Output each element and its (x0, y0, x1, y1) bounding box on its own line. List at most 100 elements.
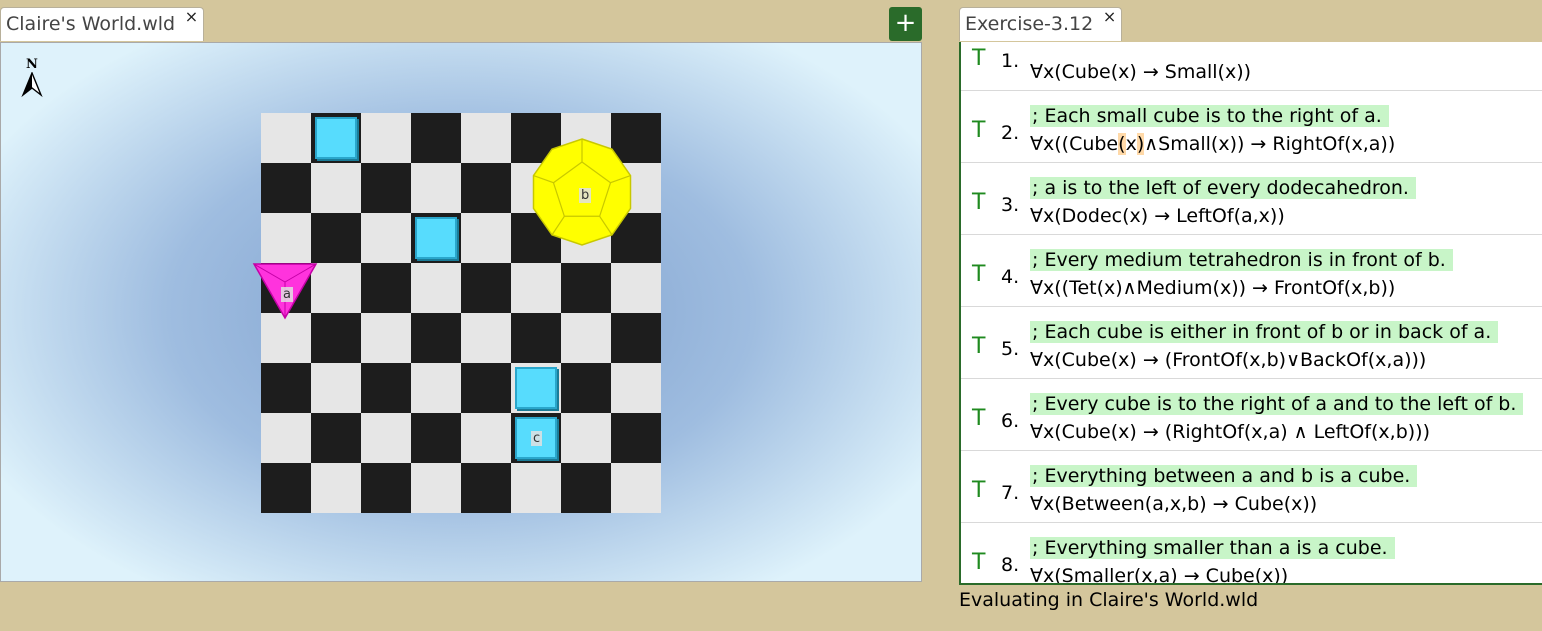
grid-square[interactable] (411, 413, 461, 463)
grid-square[interactable] (261, 113, 311, 163)
grid-square[interactable] (311, 463, 361, 513)
sentence-number: 3. (1001, 194, 1020, 216)
grid-square[interactable] (461, 463, 511, 513)
cube-object[interactable] (415, 217, 457, 259)
grid-square[interactable] (261, 463, 311, 513)
sentence-row-7[interactable]: T 7. ; Everything between a and b is a c… (961, 451, 1542, 523)
grid-square[interactable] (511, 313, 561, 363)
sentence-formula[interactable]: ∀x(Dodec(x) → LeftOf(a,x)) (1030, 205, 1285, 227)
sentence-comment[interactable]: ; a is to the left of every dodecahedron… (1030, 177, 1416, 199)
grid-square[interactable] (411, 313, 461, 363)
sentence-panel[interactable]: T 1. ∀x(Cube(x) → Small(x)) T 2. ; Each … (959, 42, 1542, 585)
grid-square[interactable] (361, 113, 411, 163)
sentence-row-5[interactable]: T 5. ; Each cube is either in front of b… (961, 307, 1542, 379)
sentence-comment[interactable]: ; Everything smaller than a is a cube. (1030, 537, 1395, 559)
tab-claires-world[interactable]: Claire's World.wld × (0, 7, 205, 41)
sentence-formula[interactable]: ∀x(Cube(x) → Small(x)) (1030, 61, 1251, 83)
sentence-comment[interactable]: ; Every medium tetrahedron is in front o… (1030, 249, 1453, 271)
compass: N (20, 57, 44, 102)
grid-square[interactable] (361, 163, 411, 213)
grid-square[interactable] (461, 263, 511, 313)
sentence-list: T 1. ∀x(Cube(x) → Small(x)) T 2. ; Each … (961, 42, 1542, 583)
sentence-number: 5. (1001, 338, 1020, 360)
grid-square[interactable] (261, 213, 311, 263)
close-icon[interactable]: × (185, 7, 198, 26)
grid-square[interactable] (561, 263, 611, 313)
grid-square[interactable] (611, 413, 661, 463)
grid-square[interactable] (311, 163, 361, 213)
object-label: a (281, 287, 293, 302)
grid-square[interactable] (361, 363, 411, 413)
sentence-formula[interactable]: ∀x(Cube(x) → (RightOf(x,a) ∧ LeftOf(x,b)… (1030, 421, 1430, 443)
sentence-row-8[interactable]: T 8. ; Everything smaller than a is a cu… (961, 523, 1542, 583)
grid-square[interactable] (361, 413, 411, 463)
sentence-number: 2. (1001, 122, 1020, 144)
sentence-row-2[interactable]: T 2. ; Each small cube is to the right o… (961, 91, 1542, 163)
grid-square[interactable] (411, 363, 461, 413)
grid-square[interactable] (361, 263, 411, 313)
sentence-comment[interactable]: ; Each cube is either in front of b or i… (1030, 321, 1499, 343)
grid-square[interactable] (611, 313, 661, 363)
grid-square[interactable] (361, 313, 411, 363)
truth-value: T (972, 262, 986, 287)
grid-square[interactable] (461, 413, 511, 463)
grid-square[interactable] (411, 113, 461, 163)
tab-exercise[interactable]: Exercise-3.12 × (959, 7, 1123, 41)
grid-square[interactable] (611, 263, 661, 313)
grid-square[interactable] (561, 313, 611, 363)
grid-square[interactable] (361, 463, 411, 513)
grid-square[interactable] (261, 313, 311, 363)
grid-square[interactable] (261, 413, 311, 463)
grid-square[interactable] (461, 363, 511, 413)
tab-title: Exercise-3.12 (965, 13, 1094, 35)
cube-object[interactable] (315, 117, 357, 159)
grid-square[interactable] (461, 163, 511, 213)
sentence-formula[interactable]: ∀x(Smaller(x,a) → Cube(x)) (1030, 565, 1288, 583)
grid-square[interactable] (311, 413, 361, 463)
add-button[interactable]: + (889, 7, 922, 41)
grid-square[interactable] (561, 363, 611, 413)
sentence-comment[interactable]: ; Every cube is to the right of a and to… (1030, 393, 1524, 415)
grid-square[interactable] (511, 263, 561, 313)
sentence-comment[interactable]: ; Everything between a and b is a cube. (1030, 465, 1418, 487)
sentence-row-1[interactable]: T 1. ∀x(Cube(x) → Small(x)) (961, 42, 1542, 91)
grid-square[interactable] (411, 263, 461, 313)
world-view[interactable]: N a b c (0, 42, 922, 582)
sentence-formula[interactable]: ∀x((Tet(x)∧Medium(x)) → FrontOf(x,b)) (1030, 277, 1395, 299)
grid-square[interactable] (611, 463, 661, 513)
sentence-row-4[interactable]: T 4. ; Every medium tetrahedron is in fr… (961, 235, 1542, 307)
grid-square[interactable] (411, 463, 461, 513)
sentence-number: 8. (1001, 554, 1020, 576)
grid-square[interactable] (511, 463, 561, 513)
truth-value: T (972, 118, 986, 143)
grid-square[interactable] (561, 413, 611, 463)
grid-square[interactable] (461, 313, 511, 363)
sentence-number: 4. (1001, 266, 1020, 288)
grid-square[interactable] (411, 163, 461, 213)
truth-value: T (972, 550, 986, 575)
close-icon[interactable]: × (1103, 7, 1116, 26)
grid-square[interactable] (311, 363, 361, 413)
sentence-formula[interactable]: ∀x(Cube(x) → (FrontOf(x,b)∨BackOf(x,a))) (1030, 349, 1426, 371)
sentence-formula[interactable]: ∀x(Between(a,x,b) → Cube(x)) (1030, 493, 1317, 515)
sentence-formula[interactable]: ∀x((Cube(x)∧Small(x)) → RightOf(x,a)) (1030, 133, 1395, 155)
grid-square[interactable] (361, 213, 411, 263)
grid-square[interactable] (461, 213, 511, 263)
grid-square[interactable] (461, 113, 511, 163)
grid-square[interactable] (311, 213, 361, 263)
grid-square[interactable] (261, 163, 311, 213)
grid-square[interactable] (261, 363, 311, 413)
tab-title: Claire's World.wld (6, 13, 176, 35)
grid-square[interactable] (311, 263, 361, 313)
grid-square[interactable] (561, 463, 611, 513)
grid-square[interactable] (611, 363, 661, 413)
formula-part: ∧Small(x)) → RightOf(x,a)) (1144, 133, 1396, 155)
status-text: Evaluating in Claire's World.wld (959, 589, 1259, 611)
sentence-row-6[interactable]: T 6. ; Every cube is to the right of a a… (961, 379, 1542, 451)
cube-object[interactable] (515, 367, 557, 409)
sentence-row-3[interactable]: T 3. ; a is to the left of every dodecah… (961, 163, 1542, 235)
truth-value: T (972, 406, 986, 431)
sentence-comment[interactable]: ; Each small cube is to the right of a. (1030, 105, 1389, 127)
grid-square[interactable] (311, 313, 361, 363)
world-grid[interactable]: a b c (252, 113, 662, 514)
